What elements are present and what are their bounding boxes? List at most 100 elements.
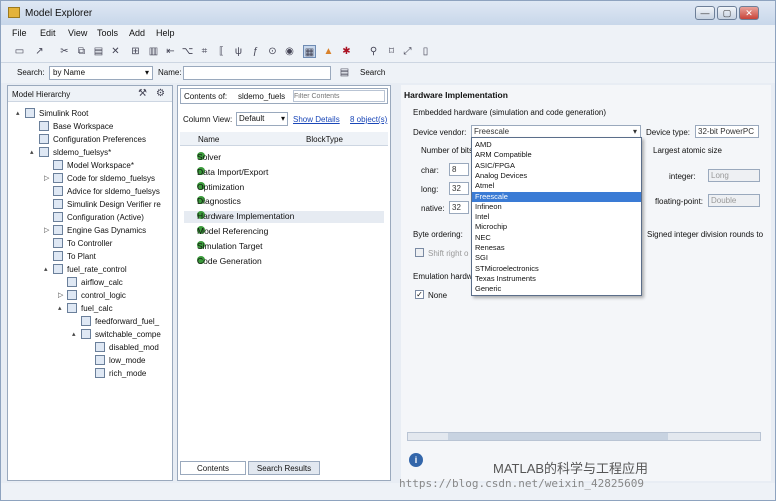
help-icon[interactable]: i (409, 453, 423, 467)
tree-toggle-icon[interactable]: ▴ (58, 304, 62, 312)
grid-icon[interactable]: ⊞ (129, 45, 142, 58)
tree-item[interactable]: control_logic (81, 291, 126, 300)
filter-contents-input[interactable] (293, 90, 385, 102)
search-name-input[interactable] (183, 66, 331, 80)
tree-toggle-icon[interactable]: ▷ (44, 174, 49, 182)
device-type-select[interactable]: 32-bit PowerPC (695, 125, 759, 138)
contents-list-item[interactable]: Solver (184, 152, 384, 164)
col-name[interactable]: Name (198, 135, 219, 144)
menu-file[interactable]: File (12, 28, 27, 38)
vendor-option[interactable]: Generic (472, 284, 641, 294)
bug-icon[interactable]: ✱ (340, 45, 353, 58)
minimize-button[interactable]: — (695, 6, 715, 20)
shift-right-checkbox[interactable] (415, 248, 424, 257)
hierarchy-filter-icon[interactable]: ⚒ (136, 87, 149, 100)
open-icon[interactable]: ↗ (33, 45, 46, 58)
cut-icon[interactable]: ✂ (58, 45, 71, 58)
tree-toggle-icon[interactable]: ▴ (44, 265, 48, 273)
tree-item[interactable]: Engine Gas Dynamics (67, 226, 146, 235)
tree-item[interactable]: Simulink Root (39, 109, 88, 118)
search-options-icon[interactable]: ▤ (338, 66, 351, 79)
contents-list-item[interactable]: Hardware Implementation (184, 211, 384, 224)
vendor-option[interactable]: SGI (472, 253, 641, 263)
contents-list-item[interactable]: Data Import/Export (184, 166, 384, 179)
vendor-option[interactable]: Infineon (472, 202, 641, 212)
document-icon[interactable]: ▯ (419, 45, 432, 58)
atomic-integer-select[interactable]: Long (708, 169, 760, 182)
bracket-icon[interactable]: ⟦ (215, 45, 228, 58)
contents-list-item[interactable]: Simulation Target (184, 240, 384, 253)
tree-toggle-icon[interactable]: ▴ (30, 148, 34, 156)
tree-item[interactable]: Base Workspace (53, 122, 113, 131)
menu-view[interactable]: View (68, 28, 87, 38)
column-view-select[interactable]: Default ▾ (236, 112, 288, 126)
new-icon[interactable]: ▭ (13, 45, 26, 58)
contents-list-item[interactable]: Optimization (184, 181, 384, 194)
variable-icon[interactable]: ψ (232, 45, 245, 58)
contents-list-item[interactable]: Model Referencing (184, 226, 384, 238)
tree-item[interactable]: To Plant (67, 252, 96, 261)
target-icon[interactable]: ◉ (283, 45, 296, 58)
tree-item[interactable]: Configuration Preferences (53, 135, 146, 144)
menu-help[interactable]: Help (156, 28, 175, 38)
expand-icon[interactable]: ⤢ (401, 45, 414, 58)
tree-item[interactable]: low_mode (109, 356, 145, 365)
vendor-option[interactable]: Microchip (472, 222, 641, 232)
tree-item[interactable]: Advice for sldemo_fuelsys (67, 187, 160, 196)
vendor-option[interactable]: AMD (472, 140, 641, 150)
menu-add[interactable]: Add (129, 28, 145, 38)
function-icon[interactable]: ƒ (249, 45, 262, 58)
menu-edit[interactable]: Edit (40, 28, 56, 38)
vendor-option[interactable]: NEC (472, 233, 641, 243)
col-blocktype[interactable]: BlockType (306, 135, 343, 144)
tree-toggle-icon[interactable]: ▷ (44, 226, 49, 234)
tree-item[interactable]: Code for sldemo_fuelsys (67, 174, 155, 183)
format-icon[interactable]: ⌗ (198, 45, 211, 58)
paste-icon[interactable]: ▤ (92, 45, 105, 58)
native-bits-input[interactable]: 32 (449, 201, 469, 214)
char-bits-input[interactable]: 8 (449, 163, 469, 176)
tree-item[interactable]: Model Workspace* (67, 161, 134, 170)
tree-item[interactable]: fuel_calc (81, 304, 113, 313)
vendor-option[interactable]: Atmel (472, 181, 641, 191)
vendor-option[interactable]: Renesas (472, 243, 641, 253)
table-view-icon[interactable]: ▦ (303, 45, 316, 58)
object-count-link[interactable]: 8 object(s) (350, 115, 387, 124)
vendor-option[interactable]: STMicroelectronics (472, 264, 641, 274)
tab-search-results[interactable]: Search Results (248, 461, 320, 475)
fit-icon[interactable]: ⌑ (385, 45, 398, 58)
tree-toggle-icon[interactable]: ▴ (72, 330, 76, 338)
contents-list-item[interactable]: Code Generation (184, 255, 384, 268)
tree-item[interactable]: Simulink Design Verifier re (67, 200, 161, 209)
chart-icon[interactable]: ⊙ (266, 45, 279, 58)
vendor-option[interactable]: Intel (472, 212, 641, 222)
scrollbar-thumb[interactable] (448, 433, 668, 440)
contents-list-item[interactable]: Diagnostics (184, 196, 384, 208)
tree-item[interactable]: disabled_mod (109, 343, 159, 352)
vendor-option[interactable]: ARM Compatible (472, 150, 641, 160)
tree-item[interactable]: sldemo_fuelsys* (53, 148, 111, 157)
hierarchy-options-icon[interactable]: ⚙ (154, 87, 167, 100)
tree-toggle-icon[interactable]: ▴ (16, 109, 20, 117)
close-button[interactable]: ✕ (739, 6, 759, 20)
search-button[interactable]: Search (360, 68, 385, 77)
search-replace-icon[interactable]: ⚲ (367, 45, 380, 58)
tree-item[interactable]: switchable_compe (95, 330, 161, 339)
copy-icon[interactable]: ⧉ (75, 45, 88, 58)
emulation-none-checkbox[interactable]: ✓ (415, 290, 424, 299)
arrow-in-icon[interactable]: ⇤ (164, 45, 177, 58)
vendor-option[interactable]: Texas Instruments (472, 274, 641, 284)
vendor-option[interactable]: Analog Devices (472, 171, 641, 181)
vendor-option[interactable]: ASIC/FPGA (472, 161, 641, 171)
menu-tools[interactable]: Tools (97, 28, 118, 38)
cone-icon[interactable]: ▲ (322, 45, 335, 58)
delete-icon[interactable]: ✕ (109, 45, 122, 58)
tree-toggle-icon[interactable]: ▷ (58, 291, 63, 299)
tree-item[interactable]: rich_mode (109, 369, 146, 378)
tree-item[interactable]: fuel_rate_control (67, 265, 127, 274)
tree-item[interactable]: Configuration (Active) (67, 213, 144, 222)
tree-item[interactable]: feedforward_fuel_ (95, 317, 159, 326)
vendor-option[interactable]: Freescale (472, 191, 641, 202)
show-details-link[interactable]: Show Details (293, 115, 340, 124)
tab-contents[interactable]: Contents (180, 461, 246, 475)
